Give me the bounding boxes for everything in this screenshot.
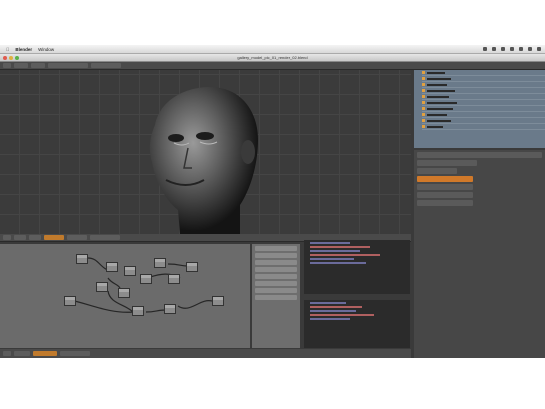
properties-field[interactable] — [417, 184, 473, 190]
node[interactable] — [140, 274, 152, 284]
letterbox-top — [0, 0, 545, 45]
status-icon[interactable] — [510, 47, 514, 51]
status-icon[interactable] — [501, 47, 505, 51]
info-header — [0, 62, 545, 70]
select-menu[interactable] — [29, 235, 41, 240]
playback-controls[interactable] — [33, 351, 57, 356]
letterbox-bottom — [0, 358, 545, 409]
panel-field[interactable] — [255, 260, 297, 265]
active-selection[interactable] — [417, 176, 473, 182]
properties-panel — [414, 150, 545, 358]
properties-field[interactable] — [417, 200, 473, 206]
blender-app — [0, 62, 545, 358]
properties-field[interactable] — [417, 168, 457, 174]
timeline-footer — [0, 349, 411, 358]
mode-selector[interactable] — [44, 235, 64, 240]
properties-tabs[interactable] — [417, 152, 542, 158]
frame-field[interactable] — [60, 351, 90, 356]
node[interactable] — [124, 266, 136, 276]
scene-selector[interactable] — [48, 63, 88, 68]
status-icon[interactable] — [519, 47, 523, 51]
editor-type-button[interactable] — [3, 63, 11, 68]
layer-buttons[interactable] — [90, 235, 120, 240]
search-icon[interactable] — [537, 47, 541, 51]
status-icon[interactable] — [492, 47, 496, 51]
menu-button[interactable] — [31, 63, 45, 68]
node[interactable] — [106, 262, 118, 272]
window-title: gallery_model_pic_01_render_02.blend — [237, 55, 308, 60]
minimize-dot-icon[interactable] — [9, 55, 13, 60]
node[interactable] — [96, 282, 108, 292]
panel-field[interactable] — [255, 246, 297, 251]
apple-icon[interactable]:  — [6, 47, 9, 52]
panel-field[interactable] — [255, 267, 297, 272]
node[interactable] — [164, 304, 176, 314]
properties-field[interactable] — [417, 192, 473, 198]
window-titlebar: gallery_model_pic_01_render_02.blend — [0, 54, 545, 62]
render-engine-selector[interactable] — [91, 63, 121, 68]
mac-menubar:  Blender Window — [0, 45, 545, 54]
node[interactable] — [132, 306, 144, 316]
panel-field[interactable] — [255, 281, 297, 286]
close-dot-icon[interactable] — [3, 55, 7, 60]
text-editor-bottom[interactable] — [304, 300, 410, 348]
status-icon[interactable] — [528, 47, 532, 51]
node[interactable] — [168, 274, 180, 284]
node-side-panel — [252, 244, 300, 348]
bust-head-3d[interactable] — [0, 70, 411, 234]
status-icons — [483, 45, 541, 53]
node[interactable] — [186, 262, 198, 272]
menu-button[interactable] — [14, 63, 28, 68]
panel-field[interactable] — [255, 295, 297, 300]
properties-field[interactable] — [417, 160, 477, 166]
node[interactable] — [154, 258, 166, 268]
window-menu[interactable]: Window — [38, 47, 54, 52]
shading-button[interactable] — [67, 235, 87, 240]
node[interactable] — [212, 296, 224, 306]
app-menu[interactable]: Blender — [15, 47, 32, 52]
3d-viewport[interactable] — [0, 70, 411, 234]
panel-field[interactable] — [255, 274, 297, 279]
outliner-item[interactable] — [422, 124, 545, 130]
panel-field[interactable] — [255, 253, 297, 258]
panel-field[interactable] — [255, 288, 297, 293]
footer-menu[interactable] — [14, 351, 30, 356]
node-editor[interactable] — [0, 244, 250, 348]
text-editor-top[interactable] — [304, 240, 410, 294]
view-menu[interactable] — [14, 235, 26, 240]
editor-type-button[interactable] — [3, 235, 11, 240]
node[interactable] — [76, 254, 88, 264]
editor-type-button[interactable] — [3, 351, 11, 356]
node[interactable] — [64, 296, 76, 306]
status-icon[interactable] — [483, 47, 487, 51]
node[interactable] — [118, 288, 130, 298]
zoom-dot-icon[interactable] — [15, 55, 19, 60]
outliner-panel — [414, 70, 545, 148]
